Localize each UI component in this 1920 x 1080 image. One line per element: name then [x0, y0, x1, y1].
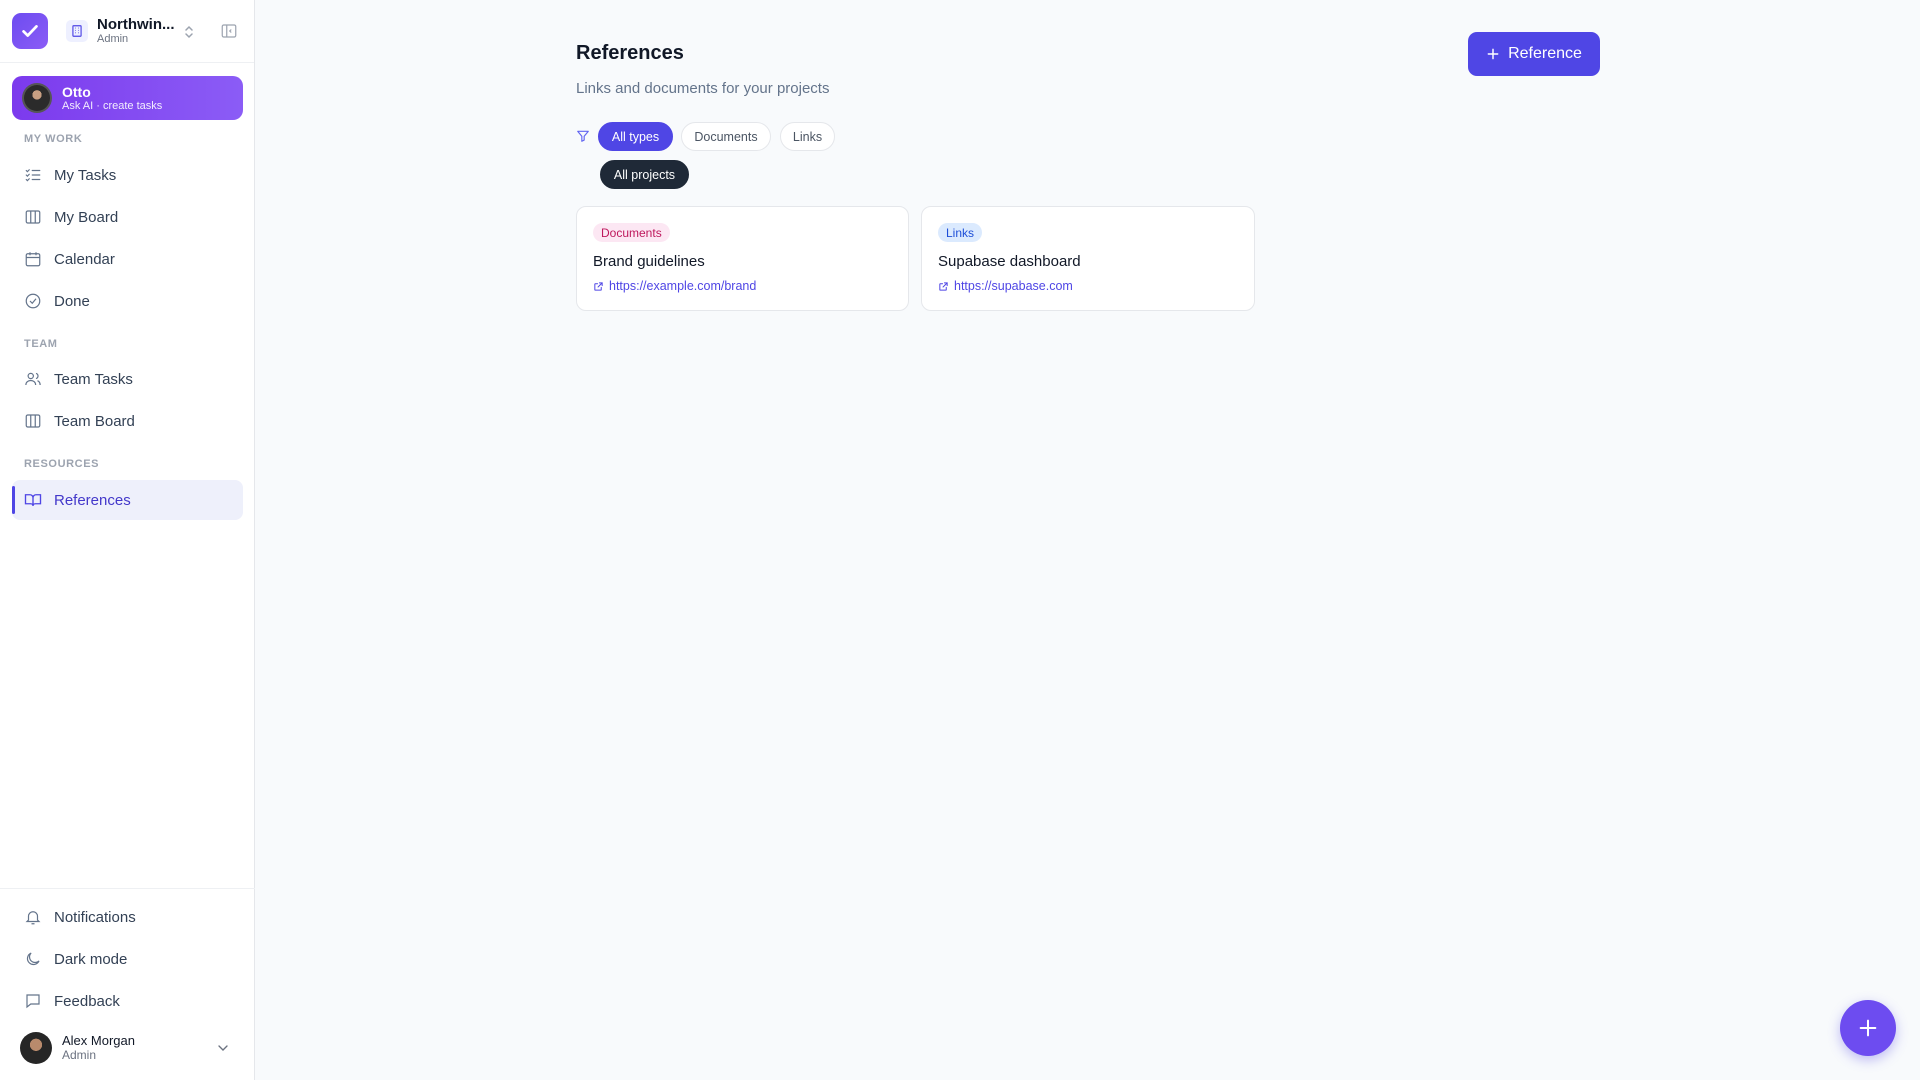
sidebar-item-label: Team Tasks	[54, 370, 133, 388]
reference-link[interactable]: https://example.com/brand	[593, 279, 756, 293]
sidebar-item-feedback[interactable]: Feedback	[12, 981, 243, 1021]
board-icon	[24, 412, 42, 430]
section-label-my-work: MY WORK	[24, 133, 83, 145]
sidebar-item-my-tasks[interactable]: My Tasks	[12, 155, 243, 195]
users-icon	[24, 370, 42, 388]
reference-card[interactable]: Links Supabase dashboard https://supabas…	[921, 206, 1255, 311]
sidebar-header: Northwin... Admin	[0, 0, 254, 63]
check-circle-icon	[24, 292, 42, 310]
add-reference-label: Reference	[1508, 45, 1582, 62]
section-label-resources: RESOURCES	[24, 458, 100, 470]
calendar-icon	[24, 250, 42, 268]
workspace-switcher[interactable]: Northwin... Admin	[97, 15, 175, 46]
sidebar-item-label: My Tasks	[54, 166, 117, 184]
chevron-up-down-icon[interactable]	[182, 24, 196, 40]
building-icon	[66, 20, 88, 42]
sidebar-item-team-board[interactable]: Team Board	[12, 401, 243, 441]
sidebar-item-label: Notifications	[54, 908, 136, 926]
workspace-name: Northwin...	[97, 15, 175, 33]
filter-icon	[577, 130, 589, 142]
filter-chip-all-types[interactable]: All types	[598, 122, 673, 151]
sidebar-item-label: Calendar	[54, 250, 115, 268]
sidebar-item-done[interactable]: Done	[12, 281, 243, 321]
book-open-icon	[24, 491, 42, 509]
reference-url: https://supabase.com	[954, 279, 1073, 293]
reference-title: Brand guidelines	[593, 253, 705, 270]
sidebar-item-label: Done	[54, 292, 90, 310]
app-logo[interactable]	[12, 13, 48, 49]
otto-ai-button[interactable]: Otto Ask AI · create tasks	[12, 76, 243, 120]
sidebar-divider	[0, 888, 255, 889]
user-role: Admin	[62, 1047, 97, 1062]
page-title: References	[576, 42, 684, 64]
sidebar-item-label: My Board	[54, 208, 119, 226]
filter-chip-all-projects[interactable]: All projects	[600, 160, 689, 189]
reference-card[interactable]: Documents Brand guidelines https://examp…	[576, 206, 909, 311]
bell-icon	[24, 908, 42, 926]
otto-name: Otto	[62, 83, 91, 100]
moon-icon	[24, 950, 42, 968]
sidebar: Northwin... Admin Otto Ask AI · create t…	[0, 0, 255, 1080]
message-square-icon	[24, 992, 42, 1010]
plus-icon	[1487, 48, 1499, 60]
add-reference-button[interactable]: Reference	[1468, 32, 1600, 76]
floating-add-button[interactable]	[1840, 1000, 1896, 1056]
sidebar-item-label: Team Board	[54, 412, 135, 430]
filter-chip-links[interactable]: Links	[780, 122, 835, 151]
sidebar-item-label: References	[54, 491, 131, 509]
otto-avatar	[22, 83, 52, 113]
sidebar-item-label: Feedback	[54, 992, 120, 1010]
user-name: Alex Morgan	[62, 1032, 135, 1048]
chevron-down-icon	[218, 1045, 228, 1051]
reference-url: https://example.com/brand	[609, 279, 757, 293]
sidebar-item-label: Dark mode	[54, 950, 128, 968]
user-menu[interactable]: Alex Morgan Admin	[20, 1030, 235, 1066]
type-badge: Documents	[593, 223, 670, 242]
plus-icon	[1859, 1019, 1877, 1037]
filter-chip-documents[interactable]: Documents	[681, 122, 771, 151]
sidebar-item-references[interactable]: References	[12, 480, 243, 520]
external-link-icon	[939, 281, 948, 291]
workspace-role: Admin	[97, 33, 129, 46]
reference-title: Supabase dashboard	[938, 253, 1081, 270]
type-badge: Links	[938, 223, 983, 242]
section-label-team: TEAM	[24, 338, 58, 350]
check-icon	[22, 25, 38, 37]
sidebar-item-team-tasks[interactable]: Team Tasks	[12, 359, 243, 399]
external-link-icon	[594, 281, 603, 291]
list-check-icon	[24, 166, 42, 184]
page-subtitle: Links and documents for your projects	[576, 80, 830, 97]
sidebar-item-notifications[interactable]: Notifications	[12, 897, 243, 937]
otto-subtitle: Ask AI · create tasks	[62, 99, 163, 112]
board-icon	[24, 208, 42, 226]
dark-mode-toggle[interactable]: Dark mode	[12, 939, 243, 979]
collapse-sidebar-icon[interactable]	[220, 22, 238, 40]
reference-link[interactable]: https://supabase.com	[938, 279, 1073, 293]
sidebar-item-my-board[interactable]: My Board	[12, 197, 243, 237]
avatar	[20, 1032, 52, 1064]
sidebar-item-calendar[interactable]: Calendar	[12, 239, 243, 279]
